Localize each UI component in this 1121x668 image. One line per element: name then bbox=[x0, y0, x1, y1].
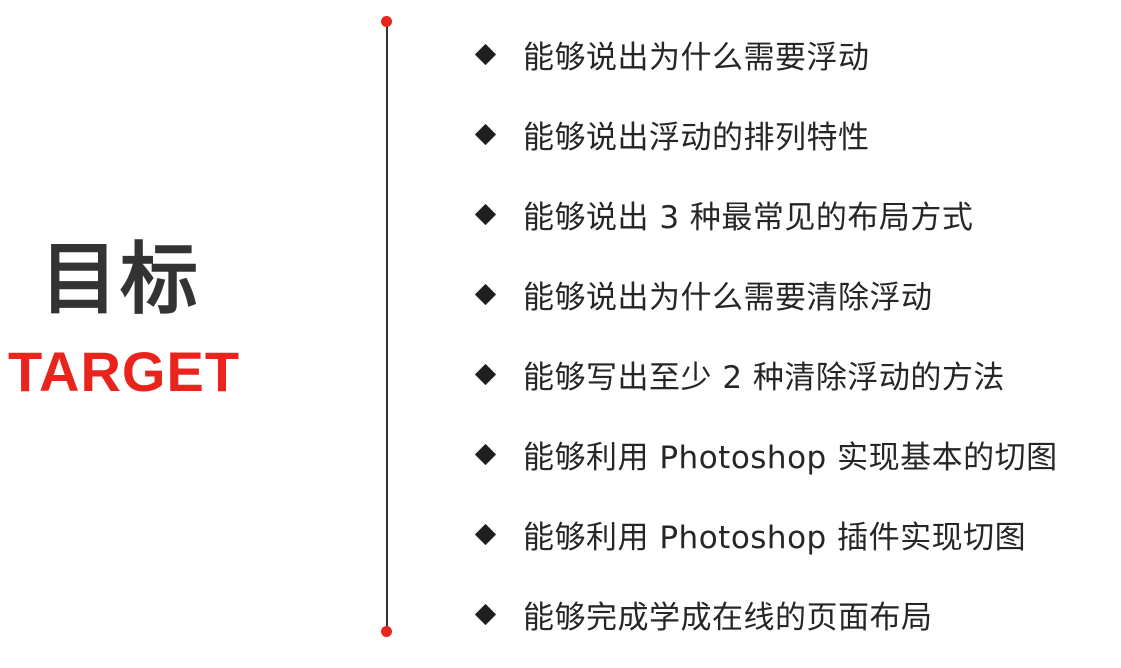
goal-text: 能够利用 Photoshop 实现基本的切图 bbox=[523, 439, 1058, 476]
goal-item: 能够完成学成在线的页面布局 bbox=[472, 574, 1058, 654]
goal-list: 能够说出为什么需要浮动 能够说出浮动的排列特性 能够说出 3 种最常见的布局方式… bbox=[472, 14, 1058, 654]
title-chinese: 目标 bbox=[40, 235, 201, 325]
goal-text: 能够说出为什么需要浮动 bbox=[523, 39, 870, 76]
goal-item: 能够说出为什么需要浮动 bbox=[472, 14, 1058, 94]
diamond-bullet-icon bbox=[474, 203, 497, 225]
goal-item: 能够利用 Photoshop 实现基本的切图 bbox=[472, 414, 1058, 494]
goal-text: 能够说出 3 种最常见的布局方式 bbox=[523, 199, 974, 236]
goal-item: 能够利用 Photoshop 插件实现切图 bbox=[472, 494, 1058, 574]
diamond-bullet-icon bbox=[474, 523, 497, 545]
diamond-bullet-icon bbox=[474, 283, 497, 305]
goal-item: 能够写出至少 2 种清除浮动的方法 bbox=[472, 334, 1058, 414]
diamond-bullet-icon bbox=[474, 123, 497, 145]
goal-text: 能够说出浮动的排列特性 bbox=[523, 119, 870, 156]
timeline-bottom-dot bbox=[381, 626, 392, 637]
title-english: TARGET bbox=[8, 340, 241, 403]
goal-text: 能够写出至少 2 种清除浮动的方法 bbox=[523, 359, 1005, 396]
diamond-bullet-icon bbox=[474, 443, 497, 465]
title-panel: 目标 TARGET bbox=[0, 0, 270, 668]
goal-item: 能够说出浮动的排列特性 bbox=[472, 94, 1058, 174]
diamond-bullet-icon bbox=[474, 43, 497, 65]
timeline-top-dot bbox=[381, 16, 392, 27]
diamond-bullet-icon bbox=[474, 363, 497, 385]
goal-text: 能够说出为什么需要清除浮动 bbox=[523, 279, 933, 316]
goal-item: 能够说出为什么需要清除浮动 bbox=[472, 254, 1058, 334]
goal-text: 能够完成学成在线的页面布局 bbox=[523, 599, 933, 636]
diamond-bullet-icon bbox=[474, 603, 497, 625]
goal-item: 能够说出 3 种最常见的布局方式 bbox=[472, 174, 1058, 254]
timeline-divider bbox=[386, 22, 388, 632]
goal-text: 能够利用 Photoshop 插件实现切图 bbox=[523, 519, 1027, 556]
